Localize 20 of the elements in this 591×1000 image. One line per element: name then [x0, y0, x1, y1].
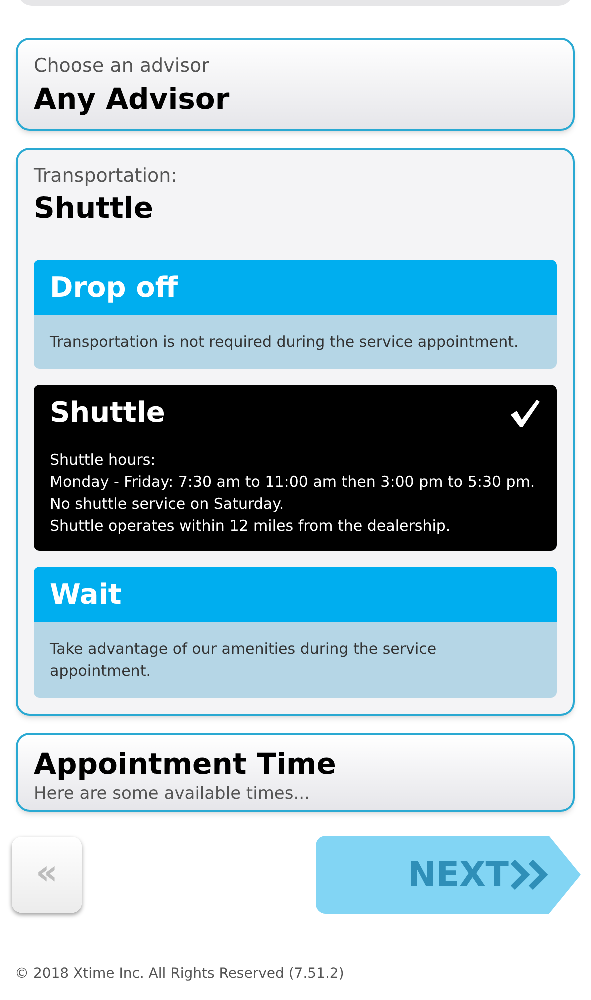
appointment-subtitle: Here are some available times...: [34, 783, 311, 805]
transportation-label: Transportation:: [34, 164, 179, 188]
option-title: Drop off: [50, 270, 178, 306]
copyright-text: © 2018 Xtime Inc. All Rights Reserved (7.51.2): [15, 965, 344, 984]
appointment-title: Appointment Time: [34, 746, 338, 783]
option-title: Wait: [50, 576, 122, 612]
appointment-time-panel[interactable]: Appointment Time Here are some available times...: [16, 733, 575, 812]
option-description: Take advantage of our amenities during the service appointment.: [49, 639, 438, 682]
option-description: Transportation is not required during the service appointment.: [49, 332, 520, 353]
transportation-option[interactable]: Wait Take advantage of our amenities during the service appointment.: [34, 567, 557, 698]
advisor-label: Choose an advisor: [34, 54, 210, 78]
advisor-value: Any Advisor: [34, 81, 231, 118]
option-title: Shuttle: [50, 395, 166, 431]
transportation-value: Shuttle: [34, 190, 155, 227]
double-chevron-icon: [511, 859, 551, 891]
checkmark-icon: [509, 398, 541, 428]
advisor-selector[interactable]: Choose an advisor Any Advisor: [16, 38, 575, 131]
transportation-option[interactable]: Drop off Transportation is not required during the service appointment.: [34, 260, 557, 369]
option-description: Shuttle hours: Monday - Friday: 7:30 am to 11:00 am then 3:00 pm to 5:30 pm. No shuttle service on Saturday. Shuttle operates within 12 miles from the dealership.: [50, 450, 536, 537]
transportation-option[interactable]: Shuttle Shuttle hours: Monday - Friday: 7:30 am to 11:00 am then 3:00 pm to 5:30 pm. No shuttle service on Saturday. Shuttle operates within 12 miles from the dealership.: [34, 385, 557, 551]
